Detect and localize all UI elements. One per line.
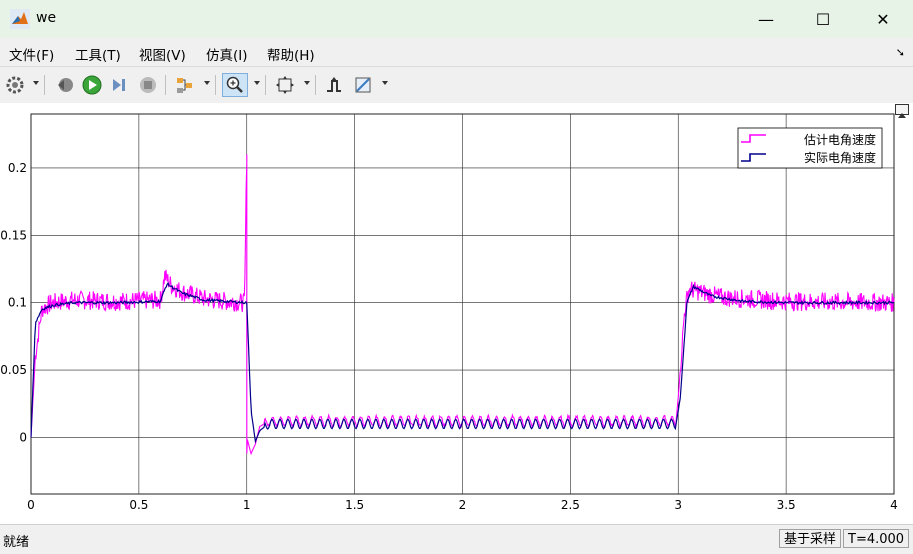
maximize-icon: ☐ — [815, 9, 831, 29]
y-tick-label: 0.05 — [0, 363, 27, 377]
x-tick-label: 1 — [243, 498, 251, 512]
toolbar-separator — [265, 75, 266, 95]
x-tick-label: 1.5 — [345, 498, 364, 512]
sample-mode-indicator: 基于采样 — [779, 529, 841, 548]
stop-icon[interactable] — [137, 74, 159, 96]
menu-bar: 文件(F) 工具(T) 视图(V) 仿真(I) 帮助(H) ➘ — [0, 38, 913, 66]
legend: 估计电角速度 实际电角速度 — [737, 127, 883, 169]
simulation-time-indicator: T=4.000 — [843, 529, 909, 548]
legend-label-estimated: 估计电角速度 — [804, 132, 876, 147]
zoom-dropdown-icon[interactable] — [254, 81, 260, 85]
minimize-button[interactable]: — — [743, 0, 789, 38]
y-tick-label: 0.1 — [8, 296, 27, 310]
menu-view[interactable]: 视图(V) — [139, 44, 186, 64]
maximize-button[interactable]: ☐ — [800, 0, 846, 38]
toolbar-separator — [44, 75, 45, 95]
y-tick-label: 0 — [19, 430, 27, 444]
toolbar-separator — [315, 75, 316, 95]
x-tick-label: 2.5 — [561, 498, 580, 512]
zoom-icon[interactable] — [222, 73, 248, 97]
signal-select-icon[interactable] — [174, 74, 196, 96]
menu-simulation[interactable]: 仿真(I) — [206, 44, 248, 64]
gear-icon[interactable] — [4, 74, 26, 96]
x-tick-label: 3 — [674, 498, 682, 512]
cursor-measure-icon[interactable] — [352, 74, 374, 96]
step-back-icon[interactable] — [54, 74, 76, 96]
run-icon[interactable] — [81, 74, 103, 96]
legend-label-actual: 实际电角速度 — [804, 150, 876, 165]
window-title: we — [36, 10, 57, 26]
step-forward-icon[interactable] — [109, 74, 131, 96]
x-tick-label: 4 — [890, 498, 898, 512]
x-tick-label: 0.5 — [129, 498, 148, 512]
signal-dropdown-icon[interactable] — [204, 81, 210, 85]
toolbar — [0, 66, 913, 104]
y-tick-label: 0.2 — [8, 161, 27, 175]
status-ready-text: 就绪 — [3, 535, 30, 550]
settings-dropdown-icon[interactable] — [33, 81, 39, 85]
title-bar: we — ☐ ✕ — [0, 0, 913, 38]
x-tick-label: 0 — [27, 498, 35, 512]
measure-dropdown-icon[interactable] — [382, 81, 388, 85]
menu-tools[interactable]: 工具(T) — [75, 44, 121, 64]
close-icon: ✕ — [876, 9, 890, 29]
toolbar-separator — [215, 75, 216, 95]
scope-display[interactable]: 0 0.5 1 1.5 2 2.5 3 3.5 4 0 0.05 0.1 0.15 0.2 估计电角速度 … — [0, 103, 913, 524]
x-tick-label: 3.5 — [777, 498, 796, 512]
menu-file[interactable]: 文件(F) — [9, 44, 54, 64]
triggers-icon[interactable] — [323, 74, 345, 96]
autoscale-icon[interactable] — [274, 74, 296, 96]
y-tick-label: 0.15 — [0, 228, 27, 242]
autoscale-dropdown-icon[interactable] — [304, 81, 310, 85]
minimize-icon: — — [758, 9, 774, 29]
toolbar-separator — [165, 75, 166, 95]
dock-arrow-icon[interactable]: ➘ — [896, 46, 905, 59]
x-tick-label: 2 — [459, 498, 467, 512]
scope-chart[interactable]: 0 0.5 1 1.5 2 2.5 3 3.5 4 0 0.05 0.1 0.15 0.2 估计电角速度 … — [0, 103, 913, 524]
status-bar: 就绪 基于采样 T=4.000 — [0, 524, 913, 554]
menu-help[interactable]: 帮助(H) — [267, 44, 315, 64]
undock-button[interactable] — [895, 104, 909, 118]
close-button[interactable]: ✕ — [860, 0, 906, 38]
matlab-logo-icon — [10, 9, 30, 29]
